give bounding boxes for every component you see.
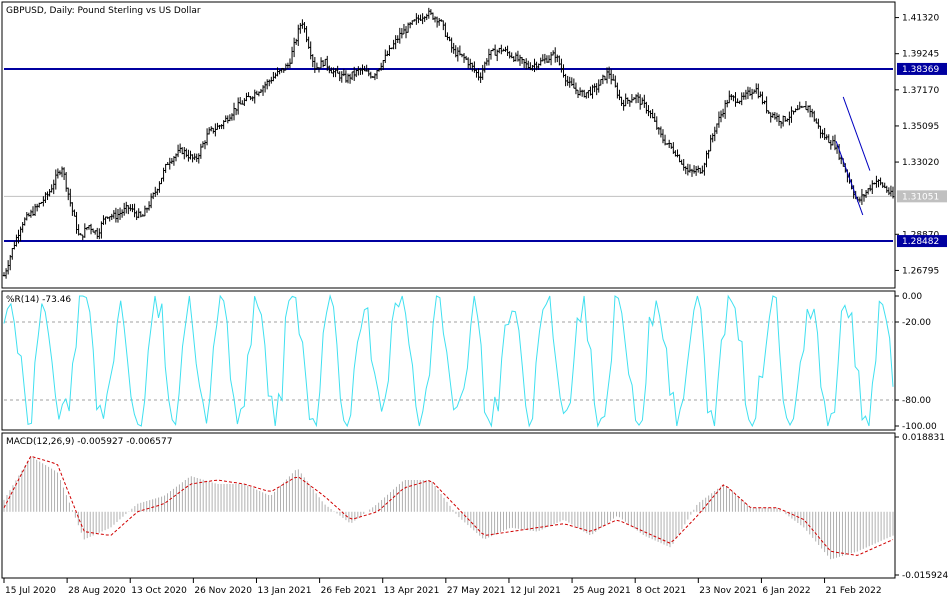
price-y-tick-label: 1.41320 [902,14,939,24]
x-tick-label: 13 Apr 2021 [384,586,440,596]
macd-indicator-title: MACD(12,26,9) -0.005927 -0.006577 [6,437,172,447]
x-tick-label: 25 Aug 2021 [573,586,631,596]
wpr-y-tick-label: -20.00 [902,318,931,328]
wpr-y-tick-label: -80.00 [902,396,931,406]
x-tick-label: 23 Nov 2021 [699,586,757,596]
x-tick-label: 28 Aug 2020 [68,586,126,596]
wpr-pane-frame [1,290,896,431]
wpr-y-tick-label: -100.00 [902,422,937,432]
wpr-y-tick-label: 0.00 [902,292,922,302]
macd-y-tick-label: -0.015924 [902,571,948,581]
chart-window: 1.413201.392451.371701.350951.330201.288… [0,0,950,600]
x-tick-label: 12 Jul 2021 [510,586,561,596]
price-y-tick-label: 1.33020 [902,158,939,168]
x-tick-label: 21 Feb 2022 [826,586,882,596]
current-price-tag: 1.31051 [902,192,939,202]
price-pane-frame [1,1,896,289]
x-tick-label: 13 Jan 2021 [257,586,311,596]
x-tick-label: 27 May 2021 [447,586,506,596]
chart-canvas: 1.413201.392451.371701.350951.330201.288… [1,1,948,596]
x-tick-label: 15 Jul 2020 [5,586,56,596]
x-tick-label: 8 Oct 2021 [636,586,686,596]
macd-pane-frame [1,432,896,579]
price-y-tick-label: 1.35095 [902,122,939,132]
price-y-tick-label: 1.39245 [902,50,939,60]
price-y-tick-label: 1.26795 [902,266,939,276]
x-tick-label: 26 Feb 2021 [321,586,377,596]
x-tick-label: 6 Jan 2022 [762,586,810,596]
wpr-indicator-title: %R(14) -73.46 [6,295,71,305]
level-price-tag: 1.28482 [902,237,939,247]
level-price-tag: 1.38369 [902,65,939,75]
x-tick-label: 26 Nov 2020 [194,586,252,596]
price-y-tick-label: 1.37170 [902,86,939,96]
x-tick-label: 13 Oct 2020 [131,586,187,596]
macd-y-tick-label: 0.018831 [902,433,945,443]
price-chart-title: GBPUSD, Daily: Pound Sterling vs US Doll… [6,6,201,16]
